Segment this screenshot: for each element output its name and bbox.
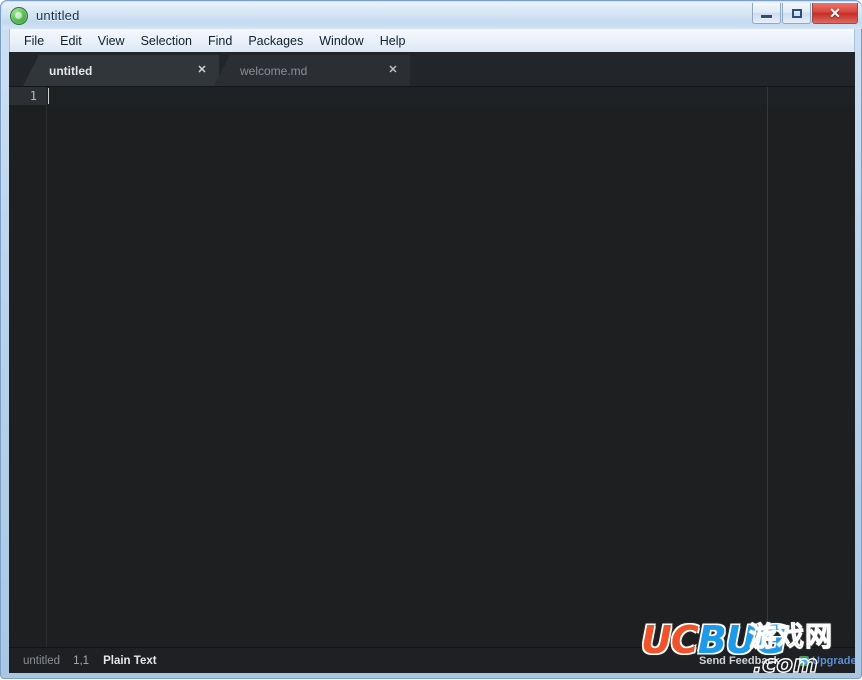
status-grammar[interactable]: Plain Text [103, 655, 156, 667]
editor-text-area[interactable] [47, 87, 855, 647]
tab-close-icon[interactable]: ✕ [386, 64, 400, 78]
status-cursor-position[interactable]: 1,1 [73, 655, 89, 667]
menu-item-selection[interactable]: Selection [133, 32, 200, 50]
menu-item-find[interactable]: Find [200, 32, 240, 50]
application-window: untitled ✕ File Edit View Selection Find… [0, 0, 862, 679]
window-title: untitled [36, 8, 80, 23]
line-number-gutter: 1 [9, 87, 47, 647]
close-icon: ✕ [829, 5, 841, 21]
tab-bar: untitled ✕ welcome.md ✕ [9, 52, 855, 87]
menu-item-file[interactable]: File [16, 32, 52, 50]
editor-workspace: untitled ✕ welcome.md ✕ 1 [9, 52, 855, 647]
minimize-icon [761, 15, 772, 18]
status-file-name[interactable]: untitled [23, 655, 60, 667]
atom-app-icon [10, 6, 28, 25]
minimize-button[interactable] [752, 3, 781, 24]
tab-close-icon[interactable]: ✕ [195, 64, 209, 78]
wrap-guide-line [767, 87, 768, 647]
status-bar: untitled 1,1 Plain Text Send Feedback Up… [9, 647, 855, 673]
editor-region[interactable]: 1 [9, 87, 855, 647]
window-controls: ✕ [751, 3, 858, 24]
text-cursor [48, 88, 49, 104]
upgrade-icon [799, 655, 809, 666]
close-button[interactable]: ✕ [812, 3, 858, 24]
title-bar: untitled ✕ [2, 2, 862, 29]
tab-welcome-md[interactable]: welcome.md ✕ [214, 55, 410, 86]
tab-label: untitled [49, 63, 93, 78]
maximize-button[interactable] [782, 3, 811, 24]
maximize-icon [791, 8, 802, 18]
menu-item-window[interactable]: Window [311, 32, 371, 50]
menu-item-edit[interactable]: Edit [52, 32, 90, 50]
line-number: 1 [9, 87, 46, 105]
cursor-line-highlight [47, 87, 855, 105]
tab-untitled[interactable]: untitled ✕ [23, 55, 219, 86]
upgrade-label: Upgrade [812, 654, 855, 667]
send-feedback-link[interactable]: Send Feedback [699, 655, 780, 667]
menu-item-packages[interactable]: Packages [240, 32, 311, 50]
upgrade-link[interactable]: Upgrade [799, 655, 855, 667]
tab-label: welcome.md [240, 63, 308, 78]
menu-item-view[interactable]: View [90, 32, 133, 50]
menu-bar: File Edit View Selection Find Packages W… [9, 29, 855, 52]
menu-item-help[interactable]: Help [372, 32, 414, 50]
